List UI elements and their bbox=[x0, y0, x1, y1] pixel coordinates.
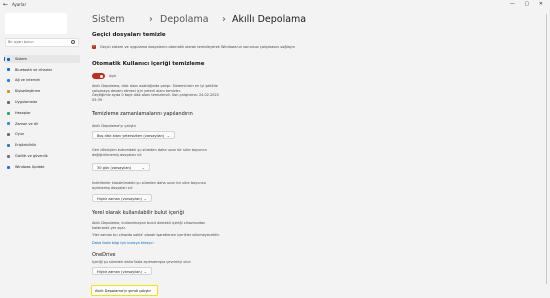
sidebar-item-label: Windows Update bbox=[15, 164, 45, 169]
back-arrow-icon[interactable]: ← bbox=[3, 1, 8, 8]
chevron-down-icon: ⌄ bbox=[143, 268, 147, 274]
breadcrumb-separator: › bbox=[149, 14, 153, 25]
onedrive-heading: OneDrive bbox=[92, 252, 116, 258]
sidebar-item[interactable]: Bluetooth ve cihazlar bbox=[4, 66, 80, 74]
sidebar-item[interactable]: Gizlilik ve güvenlik bbox=[4, 152, 80, 160]
sidebar-item-label: Zaman ve dil bbox=[15, 121, 38, 126]
temp-files-checkbox-label: Geçici sistem ve uygulama dosyalarını ot… bbox=[100, 45, 295, 49]
accounts-icon bbox=[7, 111, 10, 115]
schedule-heading: Temizleme zamanlamalarını yapılandırın bbox=[92, 111, 193, 117]
scrollbar[interactable] bbox=[546, 14, 547, 284]
title-bar bbox=[0, 0, 550, 10]
auto-desc-line: 05:39 bbox=[92, 97, 103, 102]
auto-cleanup-toggle[interactable] bbox=[92, 73, 105, 79]
chevron-down-icon: ⌄ bbox=[141, 164, 145, 170]
learn-more-link[interactable]: Daha fazla bilgi için buraya tıklayın bbox=[92, 241, 154, 245]
onedrive-label: İçeriği şu süreden daha fazla açılmamışs… bbox=[92, 260, 192, 264]
dropdown-value: Hiçbir zaman (varsayılan) bbox=[97, 269, 142, 274]
run-storage-sense-label: Akıllı Depolama'yı çalıştır bbox=[92, 124, 137, 128]
sidebar-item-label: Kişiselleştirme bbox=[15, 89, 41, 94]
cloud-desc-line: kaldırarak yer açar. bbox=[92, 225, 126, 230]
app-title: Ayarlar bbox=[12, 2, 27, 7]
onedrive-dropdown[interactable]: Hiçbir zaman (varsayılan) ⌄ bbox=[92, 267, 152, 275]
breadcrumb-separator: › bbox=[222, 14, 226, 25]
temp-files-heading: Geçici dosyaları temizle bbox=[92, 32, 166, 38]
network-icon bbox=[7, 79, 10, 83]
breadcrumb-system[interactable]: Sistem bbox=[92, 14, 124, 25]
sidebar-item-label: Bluetooth ve cihazlar bbox=[15, 67, 53, 72]
dropdown-value: Boş disk alanı yetersizken (varsayılan) bbox=[97, 133, 165, 138]
privacy-icon bbox=[7, 154, 10, 158]
search-icon[interactable] bbox=[71, 40, 75, 44]
auto-cleanup-heading: Otomatik Kullanıcı içeriği temizleme bbox=[92, 61, 205, 67]
cloud-content-heading: Yerel olarak kullanılabilir bulut içeriğ… bbox=[92, 210, 185, 216]
bluetooth-icon bbox=[7, 68, 10, 72]
breadcrumb-storage[interactable]: Depolama bbox=[160, 14, 209, 25]
user-profile-card[interactable] bbox=[5, 13, 67, 34]
gaming-icon bbox=[7, 133, 10, 137]
sidebar-item[interactable]: Uygulamalar bbox=[4, 98, 80, 106]
sidebar-item[interactable]: Hesaplar bbox=[4, 109, 80, 117]
sidebar-item[interactable]: Zaman ve dil bbox=[4, 120, 80, 128]
personalization-icon bbox=[7, 89, 10, 93]
auto-desc-line: Geçtiğimiz ayda 0 bayt disk alanı temizl… bbox=[92, 93, 219, 97]
page-title: Akıllı Depolama bbox=[232, 14, 307, 25]
downloads-label: açılmamış dosyaları sil: bbox=[92, 185, 133, 190]
sidebar-item-label: Sistem bbox=[15, 56, 27, 61]
accessibility-icon bbox=[7, 143, 10, 147]
recycle-bin-dropdown[interactable]: 30 gün (varsayılan) ⌄ bbox=[92, 163, 150, 171]
recycle-bin-label: değiştirilmemiş dosyaları sil: bbox=[92, 152, 142, 157]
dropdown-value: Hiçbir zaman (varsayılan) bbox=[97, 196, 142, 201]
toggle-state-label: Açık bbox=[109, 74, 117, 78]
sidebar-item-label: Erişilebilirlik bbox=[15, 143, 37, 148]
system-icon bbox=[7, 57, 10, 61]
run-storage-sense-dropdown[interactable]: Boş disk alanı yetersizken (varsayılan) … bbox=[92, 131, 175, 139]
sidebar-item[interactable]: Windows Update bbox=[4, 163, 80, 171]
chevron-down-icon: ⌄ bbox=[166, 132, 170, 138]
sidebar-item-label: Ağ ve internet bbox=[15, 78, 40, 83]
chevron-down-icon: ⌄ bbox=[143, 195, 147, 201]
selection-indicator bbox=[4, 57, 5, 61]
run-now-button-label: Akıllı Depolama'yı şimdi çalıştır bbox=[95, 288, 152, 293]
downloads-dropdown[interactable]: Hiçbir zaman (varsayılan) ⌄ bbox=[92, 194, 152, 202]
time-language-icon bbox=[7, 122, 10, 126]
search-placeholder: Bir ayarı bulun bbox=[8, 40, 34, 44]
sidebar-item[interactable]: Oyun bbox=[4, 131, 80, 139]
sidebar-item-label: Uygulamalar bbox=[15, 99, 38, 104]
sidebar-item[interactable]: Sistem bbox=[4, 55, 80, 63]
sidebar-item-label: Hesaplar bbox=[15, 110, 31, 115]
sidebar-item-label: Oyun bbox=[15, 132, 25, 137]
sidebar-item[interactable]: Ağ ve internet bbox=[4, 77, 80, 85]
checkmark-icon: ✓ bbox=[92, 44, 96, 48]
sidebar-item-label: Gizlilik ve güvenlik bbox=[15, 153, 48, 158]
window-controls[interactable]: — ▢ ✕ bbox=[510, 1, 547, 7]
sidebar-item[interactable]: Erişilebilirlik bbox=[4, 141, 80, 149]
sidebar-item[interactable]: Kişiselleştirme bbox=[4, 87, 80, 95]
windows-update-icon bbox=[7, 165, 10, 169]
cloud-desc-line: 'Her zaman bu cihazda sakla' olarak işar… bbox=[92, 233, 220, 237]
apps-icon bbox=[7, 100, 10, 104]
toggle-knob bbox=[100, 74, 103, 78]
dropdown-value: 30 gün (varsayılan) bbox=[97, 165, 132, 170]
